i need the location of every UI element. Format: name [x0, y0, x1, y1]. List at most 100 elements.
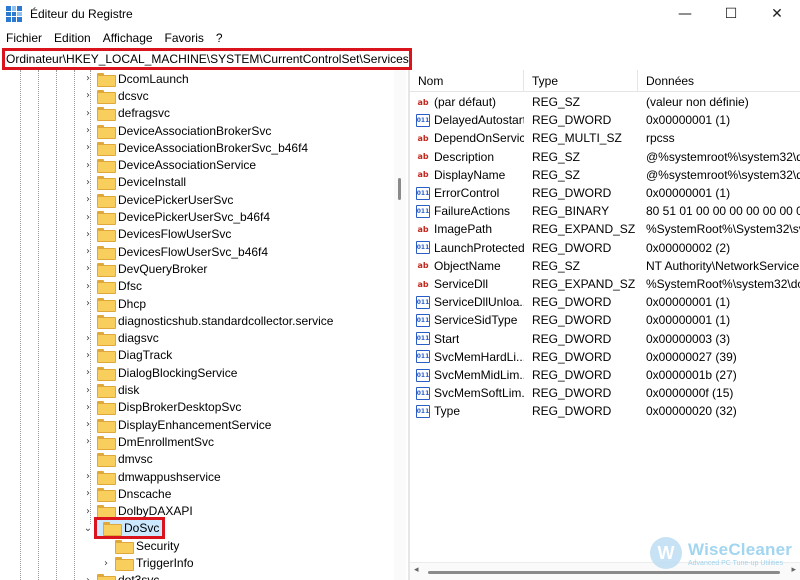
tree-item[interactable]: › DeviceAssociationBrokerSvc	[82, 122, 271, 139]
value-name-cell: ab DependOnService	[410, 131, 524, 145]
value-row[interactable]: 011 ErrorControl REG_DWORD 0x00000001 (1)	[410, 184, 800, 202]
tree-item[interactable]: › disk	[82, 381, 139, 399]
value-row[interactable]: 011 Type REG_DWORD 0x00000020 (32)	[410, 402, 800, 420]
value-row[interactable]: 011 FailureActions REG_BINARY 80 51 01 00 0…	[410, 202, 800, 220]
tree-item[interactable]: Security	[100, 537, 179, 554]
tree-item-label: DeviceAssociationBrokerSvc_b46f4	[118, 140, 309, 155]
value-row[interactable]: ab DependOnService REG_MULTI_SZ rpcss	[410, 129, 800, 147]
maximize-button[interactable]: ☐	[708, 0, 754, 28]
tree-item-content: DialogBlockingService	[94, 366, 237, 381]
tree-item[interactable]: › DmEnrollmentSvc	[82, 433, 214, 450]
value-row[interactable]: ab ServiceDll REG_EXPAND_SZ %SystemRoot%\sy…	[410, 275, 800, 293]
tree-item-content: DispBrokerDesktopSvc	[94, 400, 241, 416]
tree-item[interactable]: › DisplayEnhancementService	[82, 416, 271, 433]
chevron-right-icon[interactable]: ›	[82, 350, 94, 361]
close-button[interactable]: ✕	[754, 0, 800, 28]
tree-item[interactable]: › DispBrokerDesktopSvc	[82, 399, 241, 416]
chevron-right-icon[interactable]: ›	[82, 506, 94, 517]
value-row[interactable]: 011 DelayedAutostart REG_DWORD 0x00000001 (…	[410, 111, 800, 129]
chevron-right-icon[interactable]: ›	[82, 194, 94, 205]
tree-item[interactable]: › Dnscache	[82, 485, 171, 502]
chevron-right-icon[interactable]: ›	[82, 142, 94, 153]
tree-item[interactable]: › DiagTrack	[82, 347, 172, 364]
value-row[interactable]: ab ImagePath REG_EXPAND_SZ %SystemRoot%\Sys…	[410, 220, 800, 238]
value-row[interactable]: 011 SvcMemMidLim... REG_DWORD 0x0000001b (2…	[410, 366, 800, 384]
chevron-down-icon[interactable]: ⌄	[82, 523, 94, 534]
tree-item[interactable]: › defragsvc	[82, 105, 170, 122]
tree-item[interactable]: › Dhcp	[82, 295, 146, 312]
tree-item[interactable]: ⌄ DoSvc	[82, 517, 166, 540]
chevron-right-icon[interactable]: ›	[82, 229, 94, 240]
value-row[interactable]: 011 ServiceSidType REG_DWORD 0x00000001 (1)	[410, 311, 800, 329]
tree-guide-line	[56, 70, 57, 580]
tree-item[interactable]: › TriggerInfo	[100, 554, 194, 572]
value-row[interactable]: 011 ServiceDllUnloa... REG_DWORD 0x00000001…	[410, 293, 800, 311]
column-header-data[interactable]: Données	[638, 70, 800, 92]
chevron-right-icon[interactable]: ›	[82, 298, 94, 309]
chevron-right-icon[interactable]: ›	[100, 558, 112, 569]
tree-item[interactable]: › dcsvc	[82, 87, 149, 104]
chevron-right-icon[interactable]: ›	[82, 263, 94, 274]
chevron-right-icon[interactable]: ›	[82, 73, 94, 84]
chevron-right-icon[interactable]: ›	[82, 90, 94, 101]
chevron-right-icon[interactable]: ›	[82, 575, 94, 580]
tree-item[interactable]: › DevicesFlowUserSvc	[82, 226, 231, 243]
tree-item[interactable]: › dmwappushservice	[82, 468, 221, 485]
value-row[interactable]: 011 LaunchProtected REG_DWORD 0x00000002 (2…	[410, 239, 800, 257]
menu-affichage[interactable]: Affichage	[97, 31, 159, 45]
chevron-right-icon[interactable]: ›	[82, 160, 94, 171]
chevron-right-icon[interactable]: ›	[82, 402, 94, 413]
value-row[interactable]: 011 SvcMemHardLi... REG_DWORD 0x00000027 (3…	[410, 348, 800, 366]
tree-item[interactable]: › DevQueryBroker	[82, 260, 207, 277]
tree-item[interactable]: › dot3svc	[82, 572, 159, 580]
tree-item[interactable]: › DevicePickerUserSvc	[82, 191, 233, 208]
chevron-right-icon[interactable]: ›	[82, 471, 94, 482]
menu-fichier[interactable]: Fichier	[0, 31, 48, 45]
value-row[interactable]: 011 Start REG_DWORD 0x00000003 (3)	[410, 330, 800, 348]
tree-item[interactable]: › DeviceInstall	[82, 174, 186, 191]
chevron-right-icon[interactable]: ›	[82, 385, 94, 396]
value-row[interactable]: ab Description REG_SZ @%systemroot%\system3…	[410, 148, 800, 166]
chevron-right-icon[interactable]: ›	[82, 125, 94, 136]
chevron-right-icon[interactable]: ›	[82, 436, 94, 447]
tree-item[interactable]: diagnosticshub.standardcollector.service	[82, 312, 333, 329]
minimize-button[interactable]: —	[662, 0, 708, 28]
value-row[interactable]: ab DisplayName REG_SZ @%systemroot%\system3…	[410, 166, 800, 184]
menu-favoris[interactable]: Favoris	[159, 31, 210, 45]
chevron-right-icon[interactable]: ›	[82, 212, 94, 223]
tree-item[interactable]: › DevicePickerUserSvc_b46f4	[82, 208, 270, 226]
binary-value-icon: 011	[416, 404, 430, 418]
tree-item[interactable]: › DevicesFlowUserSvc_b46f4	[82, 243, 268, 260]
string-value-icon: ab	[417, 170, 429, 180]
tree-scrollbar-thumb[interactable]	[398, 178, 401, 200]
value-row[interactable]: ab (par défaut) REG_SZ (valeur non définie)	[410, 93, 800, 111]
list-scrollbar-thumb[interactable]	[428, 571, 780, 574]
chevron-right-icon[interactable]: ›	[82, 333, 94, 344]
chevron-right-icon[interactable]: ›	[82, 177, 94, 188]
menu-help[interactable]: ?	[210, 31, 229, 45]
tree-item[interactable]: › DialogBlockingService	[82, 364, 237, 381]
chevron-right-icon[interactable]: ›	[82, 281, 94, 292]
column-header-name[interactable]: Nom	[410, 70, 524, 92]
value-row[interactable]: 011 SvcMemSoftLim... REG_DWORD 0x0000000f (…	[410, 384, 800, 402]
tree-item[interactable]: › DcomLaunch	[82, 70, 189, 87]
tree-item[interactable]: dmvsc	[82, 451, 153, 468]
chevron-right-icon[interactable]: ›	[82, 419, 94, 430]
tree-item[interactable]: › DeviceAssociationBrokerSvc_b46f4	[82, 139, 308, 156]
menu-edition[interactable]: Edition	[48, 31, 97, 45]
chevron-right-icon[interactable]: ›	[82, 488, 94, 499]
chevron-right-icon[interactable]: ›	[82, 367, 94, 378]
value-row[interactable]: ab ObjectName REG_SZ NT Authority\NetworkSe…	[410, 257, 800, 275]
address-bar[interactable]: Ordinateur\HKEY_LOCAL_MACHINE\SYSTEM\Cur…	[2, 48, 412, 70]
scroll-right-icon[interactable]: ▸	[791, 565, 796, 575]
chevron-right-icon[interactable]: ›	[82, 108, 94, 119]
tree-item[interactable]: › Dfsc	[82, 278, 142, 295]
folder-icon	[115, 539, 134, 554]
chevron-right-icon[interactable]: ›	[82, 246, 94, 257]
column-header-type[interactable]: Type	[524, 70, 638, 92]
folder-icon	[115, 557, 134, 572]
tree-scrollbar[interactable]	[394, 70, 406, 580]
tree-item[interactable]: › DeviceAssociationService	[82, 157, 256, 174]
scroll-left-icon[interactable]: ◂	[414, 565, 419, 575]
tree-item[interactable]: › diagsvc	[82, 330, 159, 347]
